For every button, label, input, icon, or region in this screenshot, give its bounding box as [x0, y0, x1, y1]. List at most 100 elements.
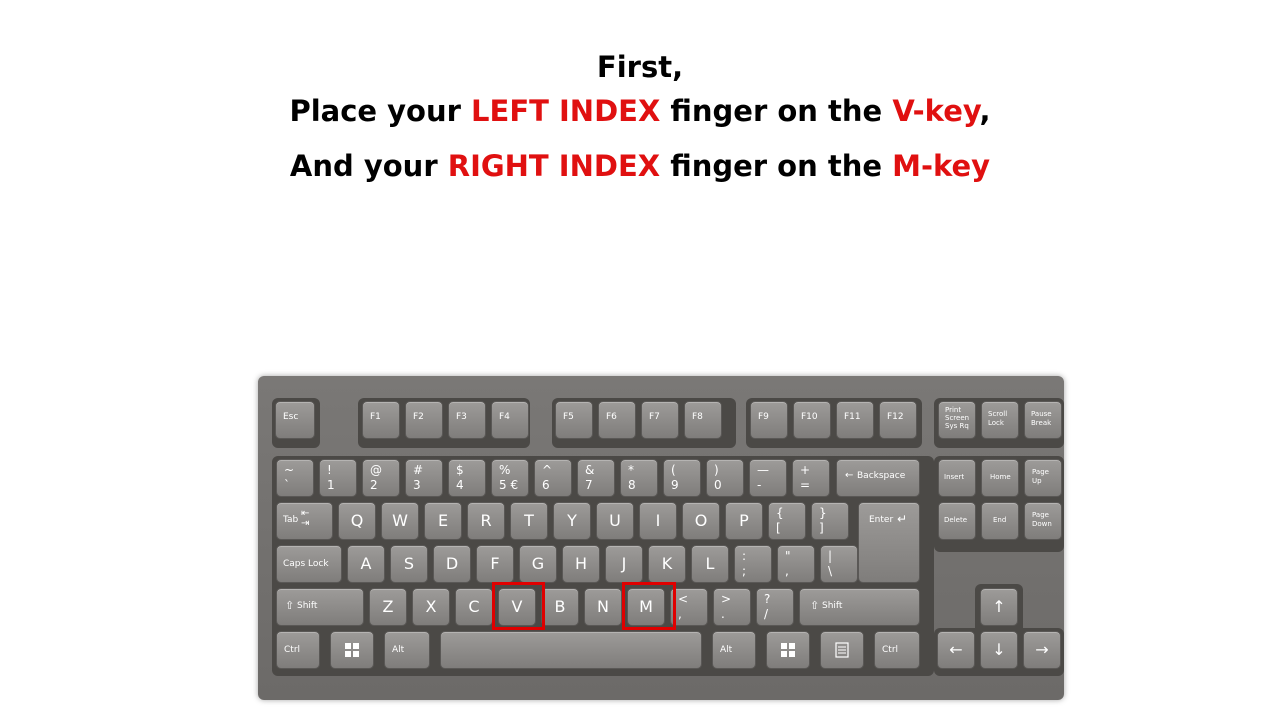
left-brace-label: {: [776, 506, 784, 520]
backslash-label: \: [828, 564, 833, 578]
left-alt-key[interactable]: Alt: [384, 631, 430, 669]
key-0[interactable]: ) 0: [706, 459, 744, 497]
page-down-key[interactable]: Page Down: [1024, 502, 1062, 540]
key-9[interactable]: (9: [663, 459, 701, 497]
caps-lock-key[interactable]: Caps Lock: [276, 545, 342, 583]
scroll-lock-key[interactable]: Scroll Lock: [981, 401, 1019, 439]
less-than-label: <: [678, 592, 689, 606]
f3-key[interactable]: F3: [448, 401, 486, 439]
end-key[interactable]: End: [981, 502, 1019, 540]
arrow-right-key[interactable]: →: [1023, 631, 1061, 669]
f11-label: F11: [844, 412, 861, 422]
key-z[interactable]: Z: [369, 588, 407, 626]
key-o[interactable]: O: [682, 502, 720, 540]
key-quote[interactable]: ",: [777, 545, 815, 583]
key-semicolon[interactable]: :;: [734, 545, 772, 583]
key-8-label: 8: [628, 478, 636, 492]
right-ctrl-key[interactable]: Ctrl: [874, 631, 920, 669]
key-w[interactable]: W: [381, 502, 419, 540]
insert-key[interactable]: Insert: [938, 459, 976, 497]
key-1[interactable]: ! 1: [319, 459, 357, 497]
key-f[interactable]: F: [476, 545, 514, 583]
arrow-up-key[interactable]: ↑: [980, 588, 1018, 626]
menu-key[interactable]: [820, 631, 864, 669]
key-4[interactable]: $4: [448, 459, 486, 497]
key-h[interactable]: H: [562, 545, 600, 583]
f1-key[interactable]: F1: [362, 401, 400, 439]
key-r[interactable]: R: [467, 502, 505, 540]
key-slash[interactable]: ? /: [756, 588, 794, 626]
key-5[interactable]: % 5 €: [491, 459, 529, 497]
key-g[interactable]: G: [519, 545, 557, 583]
pause-key[interactable]: Pause Break: [1024, 401, 1062, 439]
f5-key[interactable]: F5: [555, 401, 593, 439]
key-7-label: 7: [585, 478, 593, 492]
arrow-down-key[interactable]: ↓: [980, 631, 1018, 669]
key-2[interactable]: @2: [362, 459, 400, 497]
key-0-label: 0: [714, 478, 722, 492]
f8-key[interactable]: F8: [684, 401, 722, 439]
home-key[interactable]: Home: [981, 459, 1019, 497]
spacebar[interactable]: [440, 631, 702, 669]
key-i[interactable]: I: [639, 502, 677, 540]
key-e[interactable]: E: [424, 502, 462, 540]
right-windows-key[interactable]: [766, 631, 810, 669]
f6-key[interactable]: F6: [598, 401, 636, 439]
f10-key[interactable]: F10: [793, 401, 831, 439]
backspace-key[interactable]: ← Backspace: [836, 459, 920, 497]
page-up-key[interactable]: Page Up: [1024, 459, 1062, 497]
f8-label: F8: [692, 412, 703, 422]
f11-key[interactable]: F11: [836, 401, 874, 439]
right-alt-label: Alt: [720, 645, 733, 655]
key-c[interactable]: C: [455, 588, 493, 626]
f7-key[interactable]: F7: [641, 401, 679, 439]
key-y[interactable]: Y: [553, 502, 591, 540]
key-p[interactable]: P: [725, 502, 763, 540]
tab-arrows-icon: ⇤ ⇥: [301, 508, 310, 529]
left-windows-key[interactable]: [330, 631, 374, 669]
arrow-left-key[interactable]: ←: [937, 631, 975, 669]
esc-key[interactable]: Esc: [275, 401, 315, 439]
right-shift-key[interactable]: ⇧ Shift: [799, 588, 920, 626]
left-ctrl-key[interactable]: Ctrl: [276, 631, 320, 669]
key-tilde[interactable]: ~ `: [276, 459, 314, 497]
left-shift-key[interactable]: ⇧ Shift: [276, 588, 364, 626]
f4-key[interactable]: F4: [491, 401, 529, 439]
key-u[interactable]: U: [596, 502, 634, 540]
key-right-bracket[interactable]: }]: [811, 502, 849, 540]
key-left-bracket[interactable]: {[: [768, 502, 806, 540]
instruction-text: finger on the: [660, 94, 893, 128]
key-b[interactable]: B: [541, 588, 579, 626]
key-l[interactable]: L: [691, 545, 729, 583]
key-t[interactable]: T: [510, 502, 548, 540]
f12-key[interactable]: F12: [879, 401, 917, 439]
key-equals[interactable]: + =: [792, 459, 830, 497]
key-7-shift-label: &: [585, 463, 595, 477]
key-s[interactable]: S: [390, 545, 428, 583]
enter-key[interactable]: Enter ↵: [858, 502, 920, 583]
key-d[interactable]: D: [433, 545, 471, 583]
left-bracket-label: [: [776, 521, 781, 535]
key-j[interactable]: J: [605, 545, 643, 583]
key-k[interactable]: K: [648, 545, 686, 583]
end-label: End: [993, 516, 1007, 524]
key-3[interactable]: #3: [405, 459, 443, 497]
delete-key[interactable]: Delete: [938, 502, 976, 540]
f9-key[interactable]: F9: [750, 401, 788, 439]
print-screen-key[interactable]: Print Screen Sys Rq: [938, 401, 976, 439]
key-minus[interactable]: — -: [749, 459, 787, 497]
caps-lock-label: Caps Lock: [283, 559, 329, 569]
f2-key[interactable]: F2: [405, 401, 443, 439]
tab-key[interactable]: Tab ⇤ ⇥: [276, 502, 333, 540]
key-period[interactable]: >.: [713, 588, 751, 626]
key-6[interactable]: ^ 6: [534, 459, 572, 497]
key-backslash[interactable]: | \: [820, 545, 858, 583]
key-8[interactable]: * 8: [620, 459, 658, 497]
key-7[interactable]: & 7: [577, 459, 615, 497]
right-shift-label: Shift: [822, 601, 843, 611]
key-x[interactable]: X: [412, 588, 450, 626]
key-a[interactable]: A: [347, 545, 385, 583]
key-n[interactable]: N: [584, 588, 622, 626]
right-alt-key[interactable]: Alt: [712, 631, 756, 669]
key-q[interactable]: Q: [338, 502, 376, 540]
